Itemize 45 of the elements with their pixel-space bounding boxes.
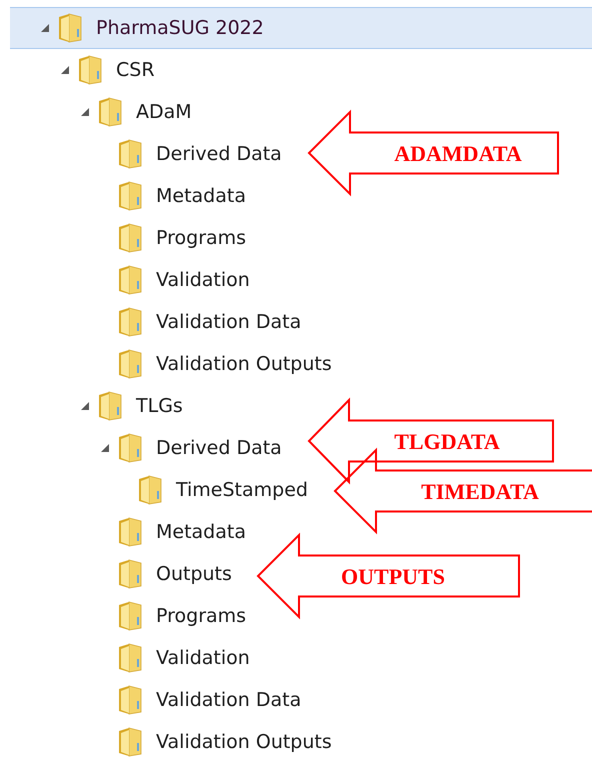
tree-item[interactable]: ADaM — [136, 101, 192, 123]
tree-item[interactable]: Metadata — [156, 185, 246, 207]
tree-item[interactable]: Validation — [156, 269, 250, 291]
folder-icon — [117, 727, 143, 757]
tree-item[interactable]: Validation — [156, 647, 250, 669]
tree-item[interactable]: Metadata — [156, 521, 246, 543]
folder-icon — [117, 307, 143, 337]
tree-item[interactable]: TLGs — [136, 395, 183, 417]
folder-icon — [97, 97, 123, 127]
tree-item[interactable]: CSR — [116, 59, 155, 81]
tree-item[interactable]: Programs — [156, 605, 246, 627]
folder-icon — [117, 265, 143, 295]
folder-icon — [57, 13, 83, 43]
expanded-triangle-icon[interactable] — [60, 65, 70, 75]
folder-icon — [117, 349, 143, 379]
expanded-triangle-icon[interactable] — [80, 401, 90, 411]
callout-label: TIMEDATA — [421, 479, 539, 504]
folder-icon — [137, 475, 163, 505]
tree-item[interactable]: Outputs — [156, 563, 232, 585]
expanded-triangle-icon[interactable] — [100, 443, 110, 453]
folder-icon — [117, 223, 143, 253]
tree-item[interactable]: TimeStamped — [176, 479, 308, 501]
folder-icon — [117, 643, 143, 673]
folder-icon — [117, 685, 143, 715]
callout-label: OUTPUTS — [341, 564, 445, 589]
tree-item[interactable]: PharmaSUG 2022 — [96, 17, 264, 39]
callout-label: TLGDATA — [394, 429, 500, 454]
expanded-triangle-icon[interactable] — [40, 23, 50, 33]
folder-icon — [97, 391, 123, 421]
tree-item[interactable]: Derived Data — [156, 143, 282, 165]
tree-item[interactable]: Validation Data — [156, 311, 302, 333]
tree-item[interactable]: Validation Outputs — [156, 353, 332, 375]
folder-icon — [117, 517, 143, 547]
folder-icon — [117, 601, 143, 631]
tree-item[interactable]: Derived Data — [156, 437, 282, 459]
expanded-triangle-icon[interactable] — [80, 107, 90, 117]
callout-label: ADAMDATA — [394, 141, 522, 166]
folder-icon — [117, 181, 143, 211]
folder-icon — [117, 433, 143, 463]
tree-item[interactable]: Programs — [156, 227, 246, 249]
folder-icon — [77, 55, 103, 85]
tree-item[interactable]: Validation Data — [156, 689, 302, 711]
tree-item[interactable]: Validation Outputs — [156, 731, 332, 753]
folder-icon — [117, 139, 143, 169]
folder-icon — [117, 559, 143, 589]
